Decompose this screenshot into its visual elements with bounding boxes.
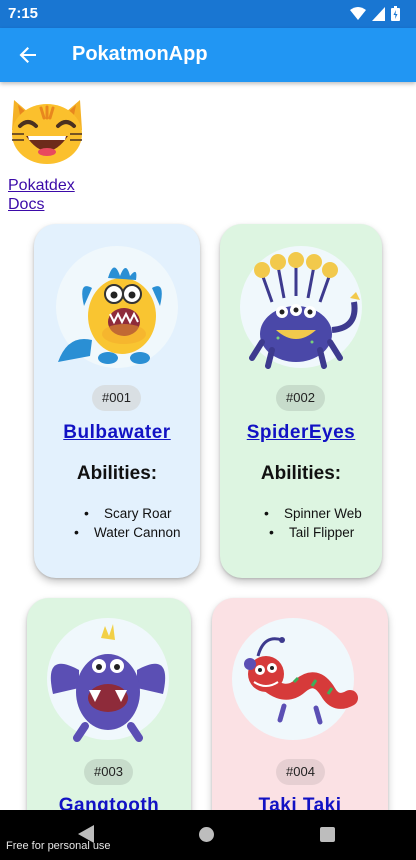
ability-item: Water Cannon [34, 523, 200, 542]
bulbawater-monster-icon [58, 267, 162, 364]
app-logo [8, 96, 86, 166]
ability-item: Tail Flipper [220, 523, 382, 542]
abilities-title: Abilities: [76, 463, 158, 484]
pokatdex-link[interactable]: Pokatdex [8, 177, 75, 195]
avatar [47, 618, 169, 742]
ability-item: Scary Roar [34, 504, 200, 523]
number-badge: #002 [276, 385, 325, 411]
pokatmon-name-link[interactable]: SpiderEyes [220, 422, 382, 444]
watermark-text: Free for personal use [6, 840, 111, 852]
number-badge: #001 [92, 385, 141, 411]
nav-recent-icon[interactable] [320, 827, 335, 842]
nav-home-icon[interactable] [199, 827, 214, 842]
ability-item: Spinner Web [220, 504, 382, 523]
avatar [232, 618, 358, 740]
arrow-back-icon [19, 47, 36, 63]
signal-icon [372, 6, 385, 21]
grinning-cat-icon [12, 100, 82, 164]
number-badge: #004 [276, 759, 325, 785]
gangtooth-monster-icon [50, 624, 166, 742]
pokatmon-card[interactable]: #002 SpiderEyes Abilities: Spinner Web T… [220, 224, 382, 578]
abilities-list: Spinner Web Tail Flipper [220, 504, 382, 542]
number-badge: #003 [84, 759, 133, 785]
avatar [240, 246, 362, 369]
abilities-list: Scary Roar Water Cannon [34, 504, 200, 542]
status-bar: 7:15 [0, 0, 416, 28]
avatar [56, 246, 178, 368]
status-icons [350, 6, 400, 21]
back-button[interactable] [14, 41, 42, 69]
app-bar: PokatmonApp [0, 28, 416, 82]
pokatmon-card[interactable]: #001 Bulbawater Abilities: Scary Roar Wa… [34, 224, 200, 578]
takitaki-monster-icon [244, 637, 358, 725]
docs-link[interactable]: Docs [8, 196, 44, 214]
wifi-icon [350, 6, 366, 20]
pokatmon-name-link[interactable]: Bulbawater [34, 422, 200, 444]
abilities-title: Abilities: [260, 463, 342, 484]
app-title: PokatmonApp [72, 43, 208, 65]
status-time: 7:15 [8, 5, 39, 22]
battery-icon [391, 6, 400, 21]
spidereyes-monster-icon [249, 252, 360, 369]
system-nav-bar [0, 810, 416, 860]
